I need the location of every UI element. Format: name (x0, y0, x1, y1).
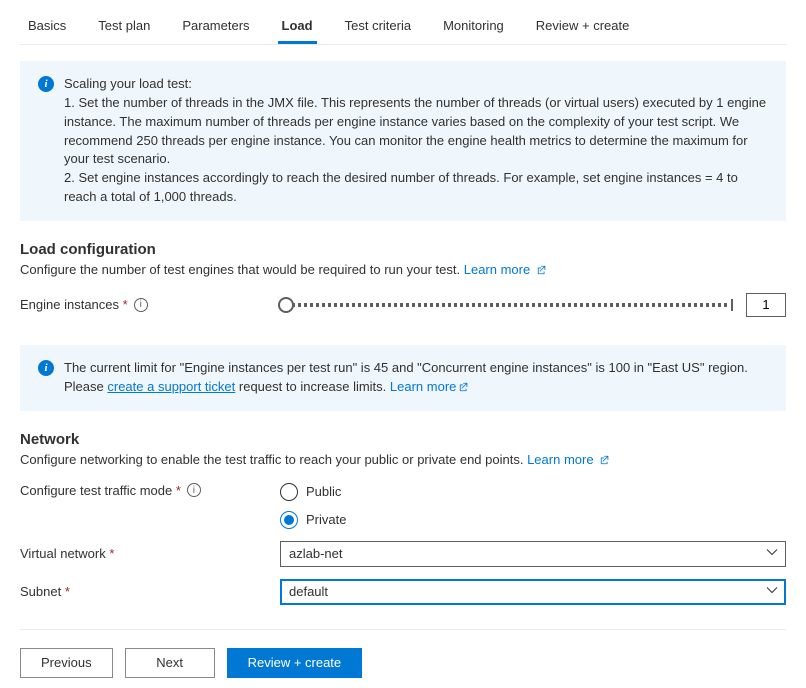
load-config-desc-text: Configure the number of test engines tha… (20, 262, 460, 277)
network-title: Network (20, 431, 786, 448)
create-support-ticket-link[interactable]: create a support ticket (107, 379, 235, 394)
vnet-label: Virtual network * (20, 546, 280, 561)
limit-middle: request to increase limits. (235, 379, 390, 394)
scaling-line2: 2. Set engine instances accordingly to r… (64, 170, 738, 204)
traffic-mode-label: Configure test traffic mode * i (20, 483, 280, 498)
info-icon: i (38, 360, 54, 376)
external-link-icon (537, 263, 547, 278)
load-config-title: Load configuration (20, 241, 786, 258)
load-config-desc: Configure the number of test engines tha… (20, 262, 786, 277)
radio-circle (280, 511, 298, 529)
vnet-label-text: Virtual network (20, 546, 106, 561)
tab-monitoring[interactable]: Monitoring (439, 10, 508, 44)
help-icon[interactable]: i (187, 483, 201, 497)
limit-learn-more-link[interactable]: Learn more (390, 379, 469, 394)
limit-info-box: i The current limit for "Engine instance… (20, 345, 786, 411)
slider-thumb[interactable] (278, 297, 294, 313)
required-asterisk: * (65, 584, 70, 599)
learn-more-label: Learn more (390, 379, 456, 394)
review-create-button[interactable]: Review + create (227, 648, 363, 678)
load-config-learn-more-link[interactable]: Learn more (464, 262, 547, 277)
external-link-icon (459, 379, 469, 398)
external-link-icon (600, 453, 610, 468)
network-desc-text: Configure networking to enable the test … (20, 452, 523, 467)
scaling-info-box: i Scaling your load test: 1. Set the num… (20, 61, 786, 221)
tab-test-criteria[interactable]: Test criteria (341, 10, 415, 44)
tabs-bar: Basics Test plan Parameters Load Test cr… (20, 10, 786, 45)
network-learn-more-link[interactable]: Learn more (527, 452, 610, 467)
next-button[interactable]: Next (125, 648, 215, 678)
tab-basics[interactable]: Basics (24, 10, 70, 44)
tab-test-plan[interactable]: Test plan (94, 10, 154, 44)
traffic-label-text: Configure test traffic mode (20, 483, 172, 498)
radio-private[interactable]: Private (280, 511, 346, 529)
engine-instances-input[interactable] (746, 293, 786, 317)
scaling-info-content: Scaling your load test: 1. Set the numbe… (64, 75, 768, 207)
scaling-title: Scaling your load test: (64, 76, 192, 91)
limit-info-content: The current limit for "Engine instances … (64, 359, 768, 397)
engine-instances-label: Engine instances * i (20, 297, 280, 312)
subnet-label-text: Subnet (20, 584, 61, 599)
tab-load[interactable]: Load (278, 10, 317, 44)
subnet-select[interactable]: default (280, 579, 786, 605)
vnet-value: azlab-net (289, 546, 342, 561)
network-desc: Configure networking to enable the test … (20, 452, 786, 467)
subnet-value: default (289, 584, 328, 599)
radio-private-label: Private (306, 512, 346, 527)
info-icon: i (38, 76, 54, 92)
tab-parameters[interactable]: Parameters (178, 10, 253, 44)
learn-more-label: Learn more (527, 452, 593, 467)
radio-circle (280, 483, 298, 501)
footer-bar: Previous Next Review + create (20, 629, 786, 678)
tab-review-create[interactable]: Review + create (532, 10, 634, 44)
required-asterisk: * (176, 483, 181, 498)
help-icon[interactable]: i (134, 298, 148, 312)
vnet-select[interactable]: azlab-net (280, 541, 786, 567)
required-asterisk: * (123, 297, 128, 312)
previous-button[interactable]: Previous (20, 648, 113, 678)
engine-instances-slider[interactable] (280, 303, 730, 307)
subnet-label: Subnet * (20, 584, 280, 599)
learn-more-label: Learn more (464, 262, 530, 277)
scaling-line1: 1. Set the number of threads in the JMX … (64, 95, 766, 167)
radio-public-label: Public (306, 484, 341, 499)
engine-label-text: Engine instances (20, 297, 119, 312)
radio-public[interactable]: Public (280, 483, 346, 501)
required-asterisk: * (109, 546, 114, 561)
